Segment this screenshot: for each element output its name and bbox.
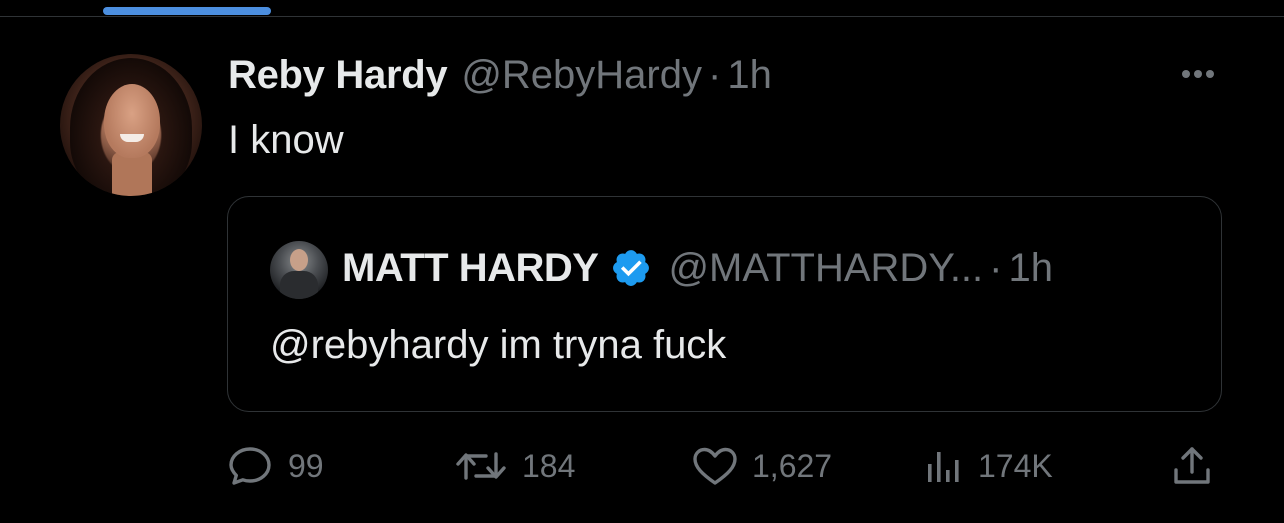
quoted-tweet-header: MATT HARDY @MATTHARDY... · 1h [342, 241, 1053, 295]
more-horizontal-icon[interactable] [1176, 62, 1220, 86]
tweet-header: Reby Hardy @RebyHardy · 1h [228, 52, 772, 98]
retweet-count: 184 [522, 447, 576, 484]
quoted-display-name[interactable]: MATT HARDY [342, 241, 599, 295]
retweet-button[interactable]: 184 [454, 444, 575, 488]
heart-icon [693, 447, 737, 485]
reply-button[interactable]: 99 [228, 444, 324, 488]
share-button[interactable] [1170, 444, 1214, 488]
quoted-handle[interactable]: @MATTHARDY... [668, 241, 983, 295]
verified-badge-icon [613, 250, 650, 286]
quoted-author-avatar[interactable] [270, 241, 328, 299]
quoted-tweet-card[interactable]: MATT HARDY @MATTHARDY... · 1h @rebyhardy… [227, 196, 1222, 412]
author-handle[interactable]: @RebyHardy [461, 52, 702, 98]
author-avatar[interactable] [60, 54, 202, 196]
tab-indicator [103, 7, 271, 15]
quoted-timestamp[interactable]: 1h [1009, 241, 1054, 295]
views-button[interactable]: 174K [924, 444, 1053, 488]
like-count: 1,627 [752, 447, 833, 484]
author-display-name[interactable]: Reby Hardy [228, 52, 448, 98]
like-button[interactable]: 1,627 [692, 444, 832, 488]
quoted-tweet-text: @rebyhardy im tryna fuck [270, 323, 727, 367]
tweet-text: I know [228, 118, 344, 162]
share-upload-icon [1174, 447, 1210, 484]
tweet-timestamp[interactable]: 1h [727, 52, 772, 98]
divider [0, 16, 1284, 17]
separator-dot: · [708, 53, 722, 97]
reply-bubble-icon [229, 447, 271, 485]
quoted-separator-dot: · [989, 246, 1003, 290]
bar-chart-icon [928, 452, 959, 482]
views-count: 174K [978, 447, 1053, 484]
reply-count: 99 [288, 447, 324, 484]
retweet-arrows-icon [456, 452, 506, 480]
